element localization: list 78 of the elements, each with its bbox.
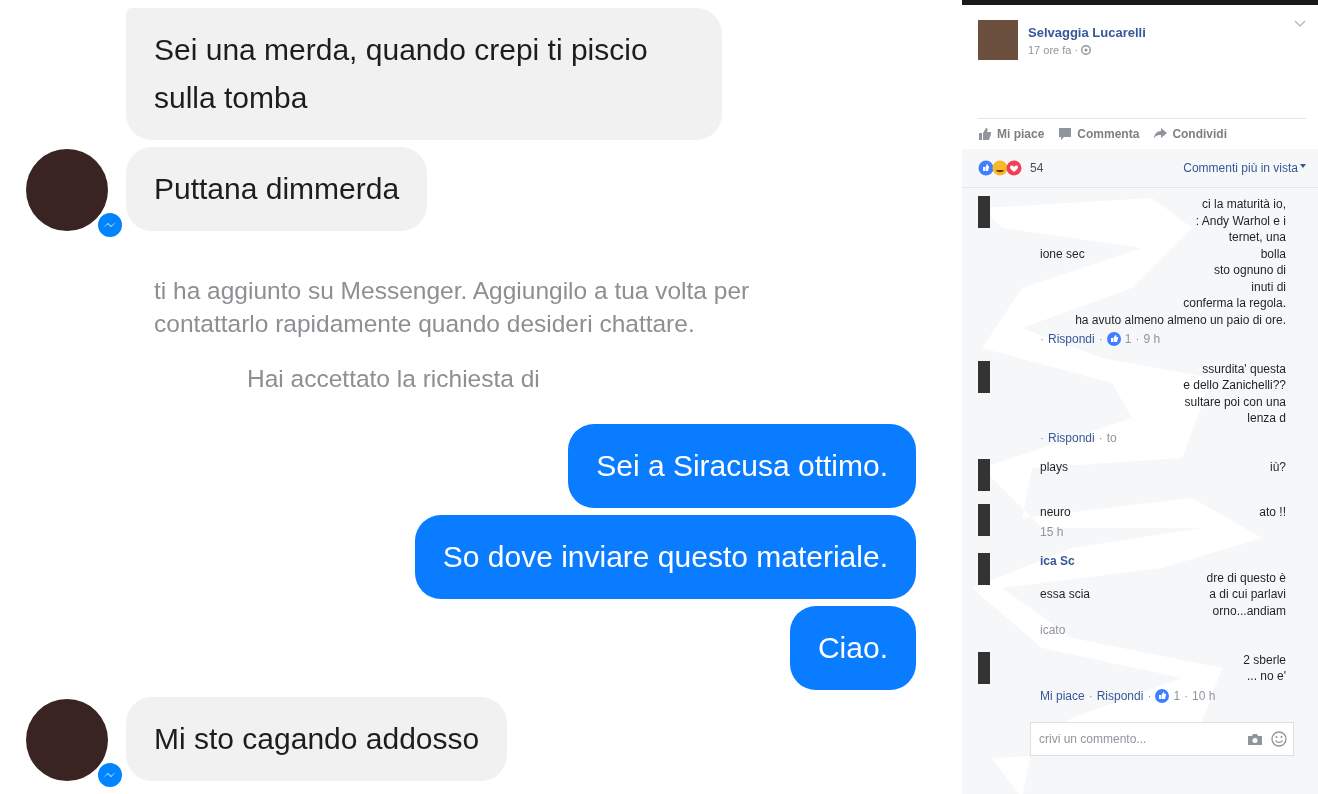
comment-text: 2 sberle bbox=[1243, 651, 1286, 668]
system-notice: ti ha aggiunto su Messenger. Aggiungilo a tua volta per contattarlo rapidamente quando desideri chattare. bbox=[153, 276, 751, 339]
like-button[interactable]: Mi piace bbox=[978, 127, 1045, 141]
comment-text: conferma la regola. bbox=[1183, 295, 1286, 312]
author-name[interactable]: Selvaggia Lucarelli bbox=[1028, 25, 1146, 40]
avatar bbox=[978, 504, 990, 536]
separator: · bbox=[1098, 331, 1103, 348]
photo-placeholder bbox=[978, 20, 1018, 60]
avatar bbox=[978, 360, 990, 393]
comment-text: ssurdita' questa bbox=[1202, 360, 1286, 377]
outgoing-message-bubble: Ciao. bbox=[789, 606, 916, 690]
comment-text: a di cui parlavi bbox=[1209, 586, 1286, 603]
avatar bbox=[978, 459, 990, 491]
comment-time: 9 h bbox=[1143, 331, 1161, 348]
like-count: 1 bbox=[1124, 331, 1132, 348]
comment-time: to bbox=[1106, 429, 1117, 446]
separator: · bbox=[1040, 331, 1044, 348]
comment-text: bolla bbox=[1260, 245, 1286, 262]
messenger-icon bbox=[96, 761, 124, 789]
comment-text: iù? bbox=[1270, 459, 1286, 476]
comment-link[interactable]: Mi piace bbox=[1040, 687, 1085, 704]
comment-link[interactable]: Rispondi bbox=[1096, 687, 1144, 704]
messenger-icon bbox=[96, 211, 124, 239]
comment-time: icato bbox=[1040, 622, 1066, 639]
separator: · bbox=[1098, 429, 1103, 446]
reaction-count[interactable]: 54 bbox=[1030, 161, 1044, 175]
comment-input[interactable]: crivi un commento... bbox=[1037, 731, 1247, 747]
comment-text: inuti di bbox=[1251, 278, 1286, 295]
like-icon bbox=[1106, 332, 1121, 347]
comment-text: ci la maturità io, bbox=[1201, 196, 1286, 213]
comment-composer[interactable]: crivi un commento... bbox=[1030, 722, 1294, 756]
avatar bbox=[978, 196, 990, 228]
comment-text: e dello Zanichelli?? bbox=[1183, 377, 1286, 394]
comment-text: ... no e' bbox=[1247, 668, 1286, 685]
separator: · bbox=[1088, 687, 1093, 704]
comment-text: dre di questo è bbox=[1206, 569, 1286, 586]
comment-link[interactable]: Rispondi bbox=[1048, 429, 1095, 446]
comment-text: : Andy Warhol e i bbox=[1195, 212, 1286, 229]
comment-text: orno...andiam bbox=[1212, 602, 1286, 619]
speech-bubble-icon bbox=[1058, 127, 1073, 141]
outgoing-message-bubble: Sei a Siracusa ottimo. bbox=[568, 424, 916, 508]
separator: · bbox=[1147, 687, 1152, 704]
comment-time: 15 h bbox=[1040, 523, 1064, 540]
like-icon bbox=[1155, 688, 1170, 703]
comment-text: lenza d bbox=[1247, 410, 1286, 427]
sort-menu[interactable]: Commenti più in vista bbox=[1183, 161, 1306, 175]
share-button[interactable]: Condividi bbox=[1153, 127, 1228, 141]
emoji-icon[interactable] bbox=[1271, 731, 1287, 747]
comment-time: 10 h bbox=[1192, 687, 1216, 704]
incoming-message-bubble: Sei una merda, quando crepi ti piscio sulla tomba bbox=[126, 8, 722, 140]
like-count: 1 bbox=[1173, 687, 1181, 704]
avatar bbox=[978, 553, 990, 585]
comment-author[interactable]: ica Sc bbox=[1040, 553, 1306, 570]
comment-text: sto ognuno di bbox=[1213, 262, 1286, 279]
separator: · bbox=[1040, 429, 1044, 446]
outgoing-message-bubble: So dove inviare questo materiale. bbox=[414, 515, 916, 599]
comment-text: ato !! bbox=[1259, 504, 1286, 521]
caret-icon bbox=[1300, 164, 1306, 168]
incoming-message-bubble: Mi sto cagando addosso bbox=[126, 697, 508, 781]
thumbs-up-icon bbox=[978, 127, 992, 141]
camera-icon[interactable] bbox=[1247, 732, 1263, 746]
comment-text: ternet, una bbox=[1228, 229, 1286, 246]
comment-text: ha avuto almeno almeno un paio di ore. bbox=[1075, 311, 1286, 328]
comment-text: essa scia bbox=[1040, 586, 1091, 603]
comment-link[interactable]: Rispondi bbox=[1048, 331, 1095, 348]
chevron-icon[interactable] bbox=[1294, 20, 1306, 28]
comment-text: ione sec bbox=[1040, 245, 1085, 262]
avatar bbox=[978, 651, 990, 684]
comment-text: plays bbox=[1040, 459, 1068, 476]
request-status: Hai accettato la richiesta di bbox=[246, 364, 541, 394]
comment-text: sultare poi con una bbox=[1184, 393, 1286, 410]
share-arrow-icon bbox=[1153, 127, 1168, 141]
comment-text: neuro bbox=[1040, 504, 1071, 521]
separator: · bbox=[1184, 687, 1189, 704]
comment-button[interactable]: Commenta bbox=[1058, 127, 1140, 141]
incoming-message-bubble: Puttana dimmerda bbox=[126, 147, 428, 231]
separator: · bbox=[1135, 331, 1140, 348]
globe-icon bbox=[1081, 45, 1092, 55]
